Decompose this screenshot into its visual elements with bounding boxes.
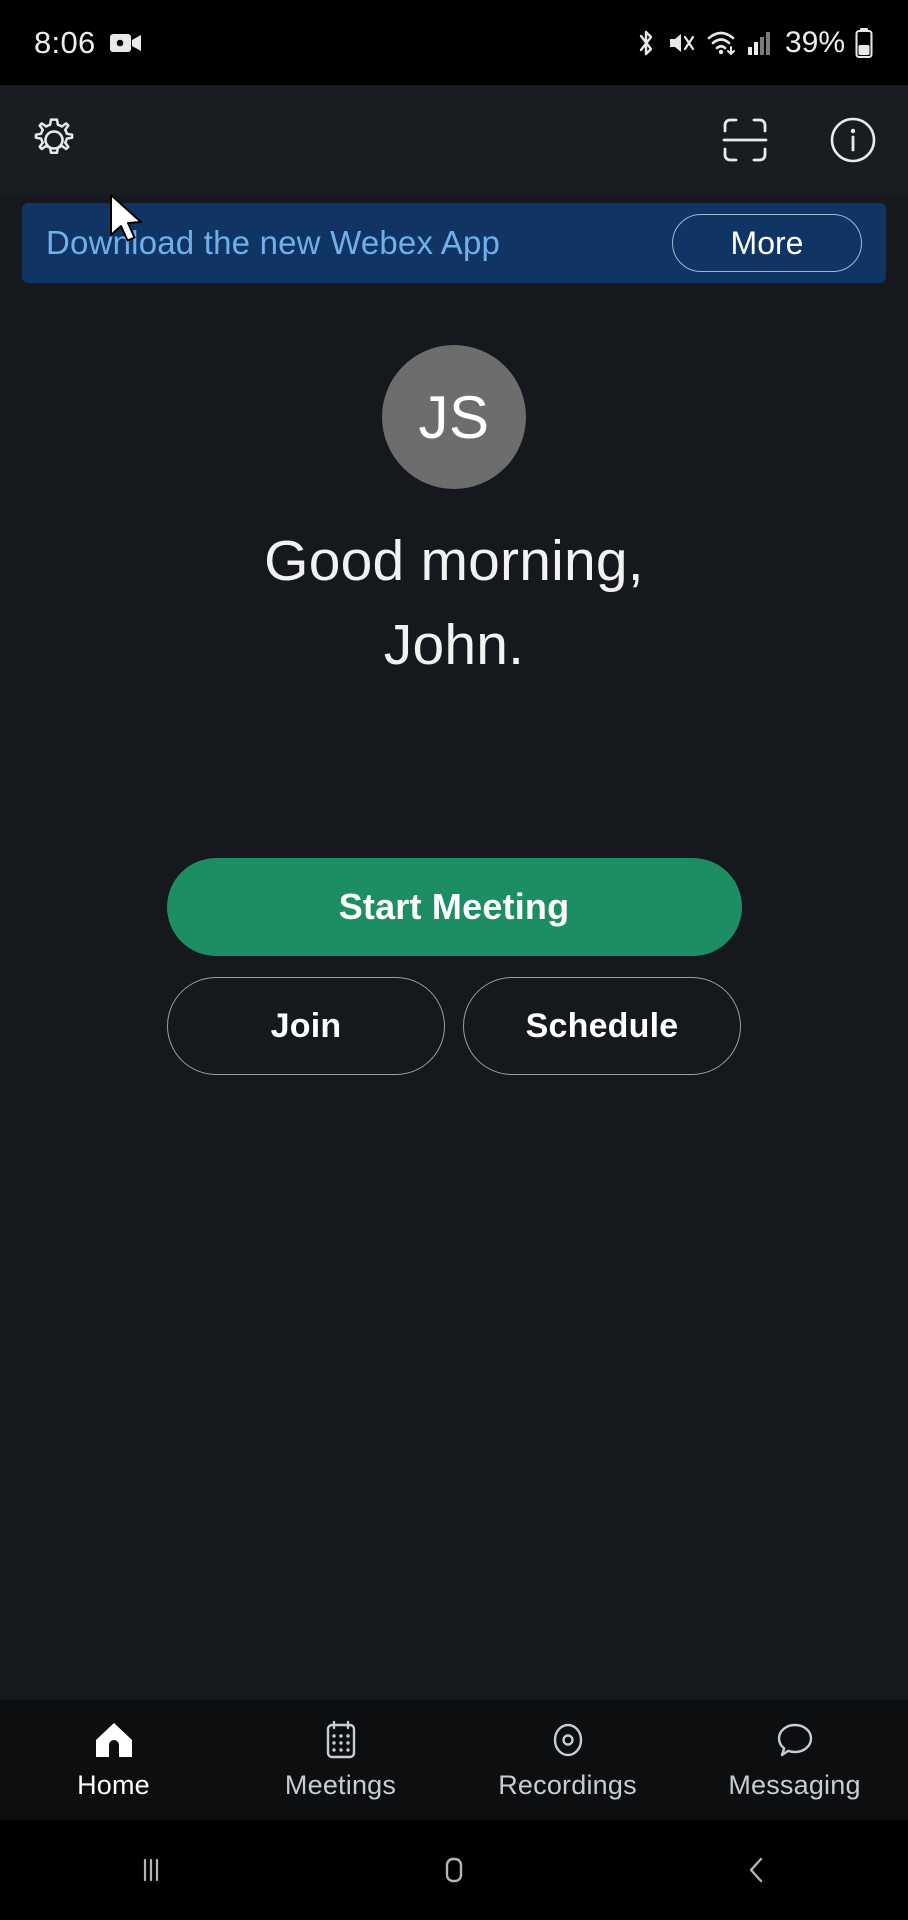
wifi-icon: [706, 28, 738, 58]
record-circle-icon: [546, 1719, 590, 1761]
promo-banner-container: Download the new Webex App More: [0, 195, 908, 283]
promo-banner-text: Download the new Webex App: [46, 224, 501, 261]
home-content: JS Good morning, John. Start Meeting Joi…: [0, 283, 908, 1700]
app-header-actions: [720, 115, 878, 165]
promo-banner[interactable]: Download the new Webex App More: [22, 203, 886, 283]
tab-home[interactable]: Home: [0, 1700, 227, 1820]
back-button[interactable]: [605, 1853, 908, 1887]
tab-messaging-label: Messaging: [728, 1770, 861, 1800]
action-buttons: Start Meeting Join Schedule: [0, 858, 908, 1075]
scan-code-icon: [720, 115, 770, 165]
scan-code-button[interactable]: [720, 115, 770, 165]
phone-screen: 8:06 39% Download the new Webex App More…: [0, 0, 908, 1920]
tab-messaging[interactable]: Messaging: [681, 1700, 908, 1820]
settings-button[interactable]: [30, 116, 78, 164]
tab-meetings[interactable]: Meetings: [227, 1700, 454, 1820]
calendar-icon: [319, 1719, 363, 1761]
bluetooth-icon: [634, 28, 658, 58]
battery-percent-label: 39%: [784, 25, 845, 59]
back-chevron-icon: [740, 1853, 774, 1887]
home-icon: [92, 1719, 136, 1761]
status-bar: 8:06 39%: [0, 0, 908, 85]
greeting-line-1: Good morning,: [264, 529, 644, 593]
tab-home-label: Home: [77, 1770, 150, 1800]
speech-bubble-icon: [773, 1719, 817, 1761]
recents-icon: [134, 1853, 168, 1887]
app-header: [0, 85, 908, 195]
status-bar-left: 8:06: [34, 25, 142, 61]
schedule-button[interactable]: Schedule: [463, 977, 741, 1075]
secondary-action-row: Join Schedule: [167, 977, 741, 1075]
greeting-line-2: John.: [383, 613, 525, 678]
status-bar-clock: 8:06: [34, 24, 96, 60]
home-button[interactable]: [303, 1853, 606, 1887]
promo-banner-more-button[interactable]: More: [672, 214, 862, 272]
start-meeting-button[interactable]: Start Meeting: [166, 858, 742, 956]
mute-icon: [667, 28, 697, 58]
gear-icon: [30, 116, 78, 164]
status-bar-right: 39%: [634, 26, 874, 60]
bottom-tab-bar: Home Meetings Recordings Messaging: [0, 1700, 908, 1820]
tab-meetings-label: Meetings: [284, 1770, 397, 1800]
tab-recordings[interactable]: Recordings: [454, 1700, 681, 1820]
home-square-icon: [437, 1853, 471, 1887]
system-navigation-bar: [0, 1820, 908, 1920]
info-button[interactable]: [828, 115, 878, 165]
cellular-signal-icon: [747, 29, 773, 57]
join-button[interactable]: Join: [167, 977, 445, 1075]
avatar[interactable]: JS: [382, 345, 526, 489]
recents-button[interactable]: [0, 1853, 303, 1887]
greeting: Good morning, John.: [264, 519, 644, 688]
video-recording-icon: [109, 31, 142, 55]
battery-icon: [854, 27, 874, 59]
tab-recordings-label: Recordings: [498, 1770, 637, 1800]
info-circle-icon: [828, 115, 878, 165]
